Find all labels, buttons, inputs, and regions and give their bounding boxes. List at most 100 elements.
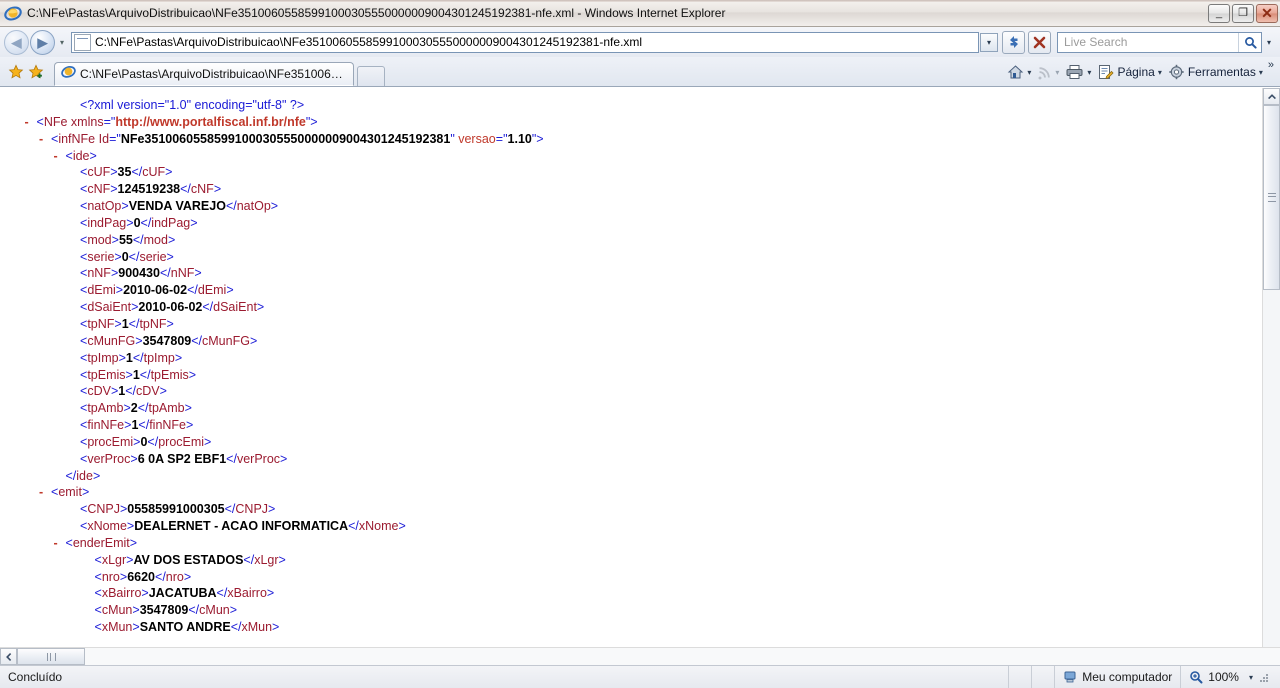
tab-title: C:\NFe\Pastas\ArquivoDistribuicao\NFe351… — [80, 67, 347, 81]
xml-line: -<tpAmb>2</tpAmb> — [10, 400, 1262, 417]
internet-explorer-icon — [4, 4, 22, 22]
scroll-left-button[interactable] — [0, 648, 17, 665]
collapse-toggle[interactable]: - — [54, 535, 66, 552]
indent-spacer: - — [83, 619, 95, 636]
feeds-button[interactable]: ▾ — [1034, 61, 1062, 83]
close-button[interactable]: ✕ — [1256, 3, 1278, 23]
maximize-button[interactable]: ❐ — [1232, 3, 1254, 23]
indent-spacer: - — [68, 434, 80, 451]
security-zone-cell[interactable]: Meu computador — [1055, 666, 1182, 688]
tools-menu-label: Ferramentas — [1187, 65, 1256, 79]
xml-line: -<serie>0</serie> — [10, 249, 1262, 266]
indent-spacer: - — [83, 569, 95, 586]
command-bar-overflow-button[interactable]: » — [1268, 58, 1274, 71]
indent-spacer: - — [68, 282, 80, 299]
horizontal-scroll-track[interactable] — [17, 648, 1280, 665]
magnifier-plus-icon — [1189, 670, 1203, 684]
resize-grip[interactable] — [1256, 670, 1270, 684]
search-provider-dropdown[interactable]: ▾ — [1262, 32, 1276, 53]
home-caret-icon: ▾ — [1027, 67, 1032, 77]
refresh-button[interactable] — [1002, 30, 1025, 54]
xml-line: -<tpImp>1</tpImp> — [10, 350, 1262, 367]
search-icon — [1244, 36, 1257, 49]
forward-button[interactable]: ▶ — [30, 29, 55, 55]
zoom-cell[interactable]: 100% ▾ — [1181, 666, 1280, 688]
command-bar: ▾ ▾ ▾ Página ▾ Ferramentas ▾ » — [1004, 58, 1276, 86]
page-caret-icon: ▾ — [1157, 67, 1162, 77]
minimize-icon: _ — [1215, 6, 1223, 19]
vertical-scroll-thumb[interactable] — [1263, 105, 1280, 290]
address-dropdown-button[interactable]: ▾ — [980, 32, 998, 52]
tab-favicon — [61, 64, 76, 84]
status-spacer-1 — [1009, 666, 1033, 688]
vertical-scrollbar[interactable] — [1262, 88, 1280, 647]
indent-spacer: - — [68, 215, 80, 232]
indent-spacer: - — [68, 181, 80, 198]
tools-caret-icon: ▾ — [1258, 67, 1263, 77]
maximize-icon: ❐ — [1238, 6, 1248, 19]
indent-spacer: - — [83, 552, 95, 569]
xml-line: -<nNF>900430</nNF> — [10, 265, 1262, 282]
xml-tree-view[interactable]: <?xml version="1.0" encoding="utf-8" ?> -… — [0, 88, 1262, 647]
indent-spacer: - — [68, 350, 80, 367]
recent-pages-button[interactable]: ▾ — [56, 30, 68, 55]
window-controls: _ ❐ ✕ — [1208, 3, 1278, 23]
scroll-up-button[interactable] — [1263, 88, 1280, 105]
tools-menu-button[interactable]: Ferramentas ▾ — [1165, 61, 1266, 83]
collapse-toggle[interactable]: - — [54, 148, 66, 165]
indent-spacer: - — [68, 249, 80, 266]
xml-line: -<nro>6620</nro> — [10, 569, 1262, 586]
print-button[interactable]: ▾ — [1062, 61, 1094, 83]
xml-line: -<verProc>6 0A SP2 EBF1</verProc> — [10, 451, 1262, 468]
status-bar: Concluído Meu computador 100% ▾ — [0, 665, 1280, 688]
indent-spacer: - — [68, 316, 80, 333]
collapse-toggle[interactable]: - — [25, 114, 37, 131]
address-bar: ◀ ▶ ▾ C:\NFe\Pastas\ArquivoDistribuicao\… — [0, 27, 1280, 57]
security-zone-label: Meu computador — [1082, 670, 1173, 684]
search-button[interactable] — [1238, 32, 1261, 52]
search-input[interactable]: Live Search — [1058, 35, 1238, 49]
xml-line: -<xMun>SANTO ANDRE</xMun> — [10, 619, 1262, 636]
forward-arrow-icon: ▶ — [37, 34, 48, 50]
xml-line: -<dEmi>2010-06-02</dEmi> — [10, 282, 1262, 299]
indent-spacer: - — [83, 585, 95, 602]
printer-icon — [1066, 65, 1083, 79]
browser-tab[interactable]: C:\NFe\Pastas\ArquivoDistribuicao\NFe351… — [54, 62, 354, 86]
status-text-cell: Concluído — [0, 666, 1010, 688]
xml-line: -<xLgr>AV DOS ESTADOS</xLgr> — [10, 552, 1262, 569]
home-icon — [1008, 65, 1024, 79]
collapse-toggle[interactable]: - — [39, 484, 51, 501]
zoom-caret-icon: ▾ — [1248, 672, 1253, 682]
page-icon — [74, 33, 91, 51]
horizontal-scroll-thumb[interactable] — [17, 648, 85, 665]
stop-button[interactable] — [1028, 30, 1051, 54]
indent-spacer: - — [68, 367, 80, 384]
address-input[interactable]: C:\NFe\Pastas\ArquivoDistribuicao\NFe351… — [71, 31, 979, 53]
horizontal-scrollbar[interactable] — [0, 647, 1280, 665]
xml-line: - <NFe xmlns="http://www.portalfiscal.inf… — [24, 114, 318, 131]
xml-declaration-line: <?xml version="1.0" encoding="utf-8" ?> — [10, 97, 1262, 114]
minimize-button[interactable]: _ — [1208, 3, 1230, 23]
new-tab-button[interactable] — [357, 66, 385, 86]
page-icon — [1099, 65, 1115, 80]
collapse-toggle[interactable]: - — [39, 131, 51, 148]
back-button[interactable]: ◀ — [4, 29, 29, 55]
add-to-favorites-button[interactable] — [26, 58, 46, 86]
vertical-scroll-track[interactable] — [1263, 105, 1280, 647]
xml-line: -<tpEmis>1</tpEmis> — [10, 367, 1262, 384]
indent-spacer: - — [68, 417, 80, 434]
computer-icon — [1063, 670, 1077, 684]
xml-line: -<indPag>0</indPag> — [10, 215, 1262, 232]
home-button[interactable]: ▾ — [1004, 61, 1034, 83]
favorites-center-button[interactable] — [6, 58, 26, 86]
xml-line: -<procEmi>0</procEmi> — [10, 434, 1262, 451]
indent-spacer: - — [68, 383, 80, 400]
rss-icon — [1038, 66, 1051, 79]
xml-line: -<cUF>35</cUF> — [10, 164, 1262, 181]
status-text: Concluído — [8, 670, 63, 684]
indent-spacer: - — [68, 265, 80, 282]
xml-line: - <enderEmit> — [53, 535, 138, 552]
search-box[interactable]: Live Search — [1057, 31, 1262, 53]
page-menu-button[interactable]: Página ▾ — [1094, 61, 1164, 83]
window-title: C:\NFe\Pastas\ArquivoDistribuicao\NFe351… — [27, 6, 726, 20]
